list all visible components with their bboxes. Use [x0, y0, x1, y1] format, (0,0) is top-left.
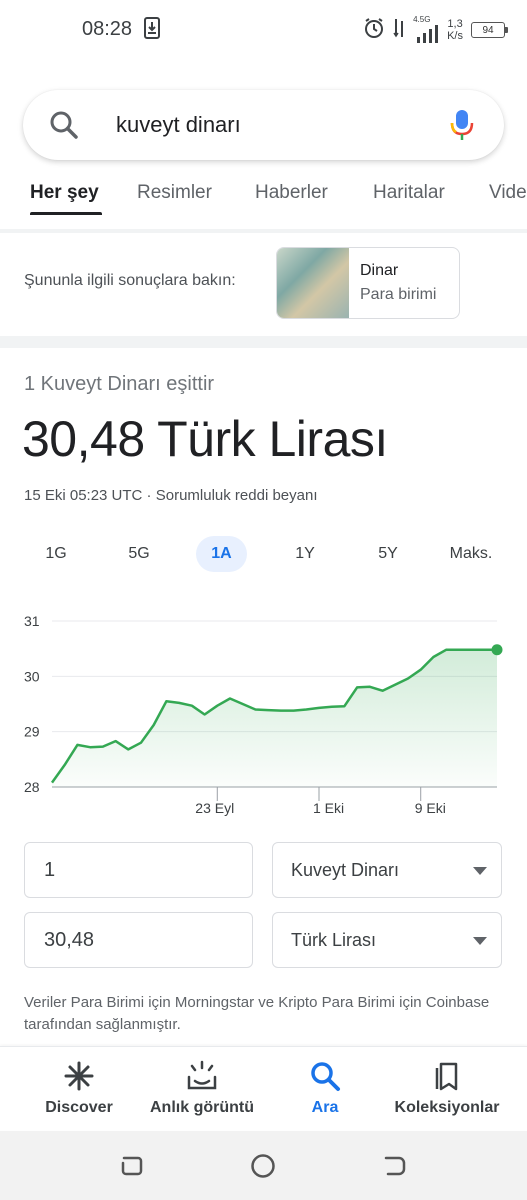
snapshot-icon [143, 1059, 261, 1093]
bottom-navigation: Discover Anlık görüntü Ara Koleksiyonlar [0, 1046, 527, 1130]
back-icon[interactable] [382, 1153, 408, 1184]
tab-all[interactable]: Her şey [30, 182, 99, 204]
status-icons: 4.5G 1,3 K/s 94 [363, 14, 508, 46]
range-1d[interactable]: 1G [32, 536, 80, 572]
related-card-title: Dinar [360, 262, 399, 279]
data-transfer-icon [393, 17, 405, 44]
range-1y[interactable]: 1Y [281, 536, 329, 572]
tab-maps[interactable]: Haritalar [373, 182, 445, 204]
y-tick-label: 31 [24, 613, 40, 629]
collections-icon [388, 1059, 506, 1093]
system-navigation-bar [0, 1131, 527, 1200]
dropdown-arrow-icon [473, 867, 487, 875]
signal-icon: 4.5G [413, 15, 439, 43]
status-time: 08:28 [82, 18, 133, 40]
home-icon[interactable] [250, 1153, 276, 1184]
active-tab-indicator [30, 212, 102, 215]
search-tabs: Her şey Resimler Haberler Haritalar Vide [0, 172, 527, 222]
nav-snapshot-label: Anlık görüntü [150, 1099, 254, 1116]
nav-collections[interactable]: Koleksiyonlar [388, 1059, 506, 1117]
battery-icon: 94 [471, 22, 508, 38]
y-tick-label: 29 [24, 724, 40, 740]
range-5y[interactable]: 5Y [364, 536, 412, 572]
y-tick-label: 28 [24, 779, 40, 795]
nav-discover-label: Discover [45, 1099, 113, 1116]
status-bar: 08:28 4.5G 1,3 K/s 94 [0, 0, 527, 60]
search-icon[interactable] [49, 110, 79, 145]
tab-images[interactable]: Resimler [137, 182, 212, 204]
speed-value: 1,3 [447, 18, 463, 30]
to-amount-field[interactable]: 30,48 [24, 912, 253, 968]
x-tick-label: 9 Eki [415, 800, 446, 816]
range-max[interactable]: Maks. [440, 536, 502, 572]
to-currency-select[interactable]: Türk Lirası [272, 912, 502, 968]
search-bar[interactable]: kuveyt dinarı [23, 90, 504, 160]
nav-discover[interactable]: Discover [38, 1059, 120, 1117]
battery-level: 94 [482, 24, 494, 36]
network-speed: 1,3 K/s [447, 18, 463, 42]
alarm-icon [363, 17, 385, 44]
related-label: Şununla ilgili sonuçlara bakın: [24, 272, 236, 289]
range-5d[interactable]: 5G [115, 536, 163, 572]
search-icon [290, 1059, 360, 1093]
nav-collections-label: Koleksiyonlar [394, 1099, 500, 1116]
divider [0, 229, 527, 233]
x-tick-label: 1 Eki [313, 800, 344, 816]
from-amount-field[interactable]: 1 [24, 842, 253, 898]
speed-unit: K/s [447, 30, 463, 42]
divider [0, 336, 527, 348]
from-currency-select[interactable]: Kuveyt Dinarı [272, 842, 502, 898]
to-currency-value: Türk Lirası [291, 930, 377, 950]
tab-news[interactable]: Haberler [255, 182, 328, 204]
equals-label: 1 Kuveyt Dinarı eşittir [24, 373, 215, 395]
exchange-rate-chart[interactable]: 28 29 30 31 23 Eyl 1 Eki 9 Eki [0, 600, 527, 830]
download-notification-icon [144, 17, 160, 44]
nav-search-label: Ara [311, 1099, 339, 1116]
timestamp: 15 Eki 05:23 UTC [24, 487, 143, 504]
from-amount-value: 1 [44, 859, 56, 881]
from-currency-value: Kuveyt Dinarı [291, 860, 400, 880]
to-amount-value: 30,48 [44, 929, 95, 951]
conversion-result: 30,48 Türk Lirası [22, 411, 388, 467]
nav-snapshot[interactable]: Anlık görüntü [143, 1059, 261, 1117]
x-tick-label: 23 Eyl [195, 800, 234, 816]
y-tick-label: 30 [24, 668, 40, 684]
nav-search[interactable]: Ara [290, 1059, 360, 1117]
series-endpoint [491, 644, 503, 656]
tab-videos[interactable]: Vide [489, 182, 527, 204]
disclaimer-link[interactable]: Sorumluluk reddi beyanı [156, 487, 318, 504]
recent-apps-icon[interactable] [118, 1153, 144, 1184]
mic-icon[interactable] [450, 108, 474, 147]
dropdown-arrow-icon [473, 937, 487, 945]
banknote-image [277, 248, 349, 318]
series-area [52, 649, 497, 787]
timestamp-line: 15 Eki 05:23 UTC · Sorumluluk reddi beya… [24, 487, 318, 504]
search-input[interactable]: kuveyt dinarı [116, 112, 241, 138]
related-card-subtitle: Para birimi [360, 286, 437, 303]
separator: · [142, 487, 156, 504]
data-source-note: Veriler Para Birimi için Morningstar ve … [24, 994, 490, 1033]
asterisk-icon [38, 1059, 120, 1093]
range-1m[interactable]: 1A [196, 536, 247, 572]
related-card-dinar[interactable]: Dinar Para birimi [276, 247, 460, 319]
